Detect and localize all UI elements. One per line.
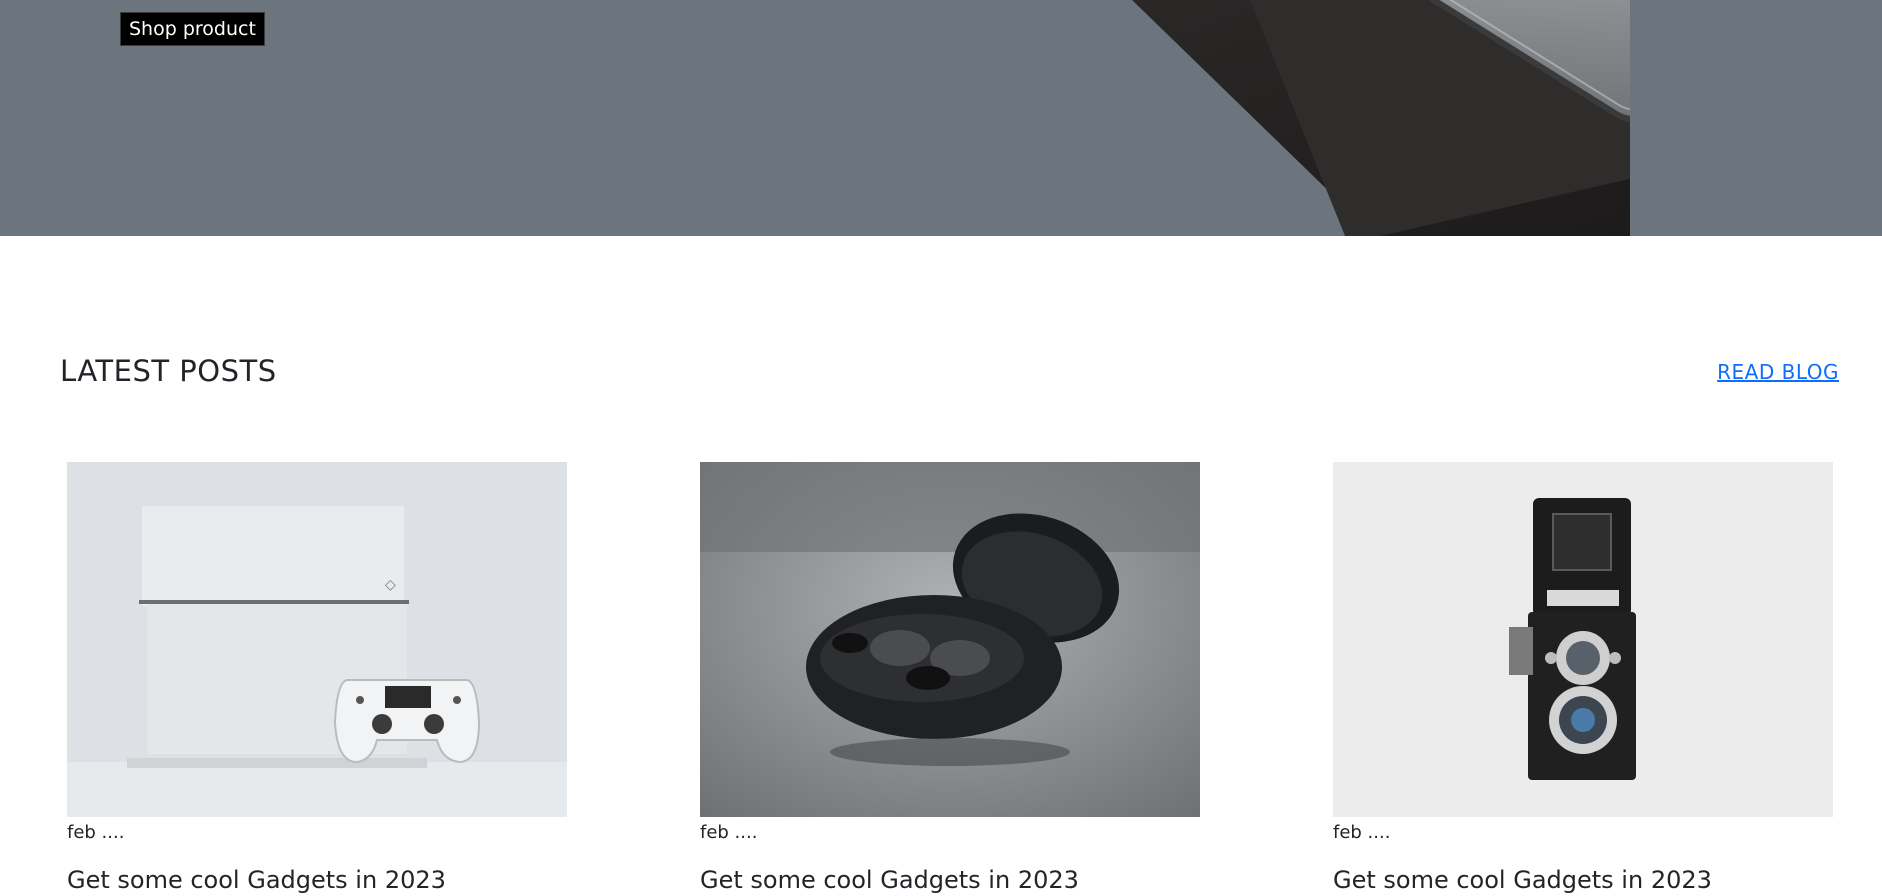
hero-banner: Shop product [0, 0, 1882, 236]
post-title[interactable]: Get some cool Gadgets in 2023 [67, 866, 567, 894]
earbuds-case-image [700, 462, 1200, 817]
post-date: feb .... [1333, 822, 1391, 843]
post-date: feb .... [67, 822, 125, 843]
vintage-camera-image [1333, 462, 1833, 817]
latest-posts-heading: LATEST POSTS [60, 354, 277, 388]
post-title[interactable]: Get some cool Gadgets in 2023 [700, 866, 1200, 894]
post-card[interactable]: feb .... Get some cool Gadgets in 2023 [1333, 462, 1833, 894]
svg-text:◇: ◇ [385, 577, 396, 593]
post-title[interactable]: Get some cool Gadgets in 2023 [1333, 866, 1833, 894]
read-blog-link[interactable]: READ BLOG [1717, 360, 1839, 384]
post-date: feb .... [700, 822, 758, 843]
console-controller-image: ◇ [67, 462, 567, 817]
shop-product-button[interactable]: Shop product [120, 12, 265, 46]
post-card[interactable]: feb .... Get some cool Gadgets in 2023 [700, 462, 1200, 894]
post-card[interactable]: ◇ feb .... Get some cool Gadgets in 2023 [67, 462, 567, 894]
phone-box-image [1132, 0, 1756, 236]
